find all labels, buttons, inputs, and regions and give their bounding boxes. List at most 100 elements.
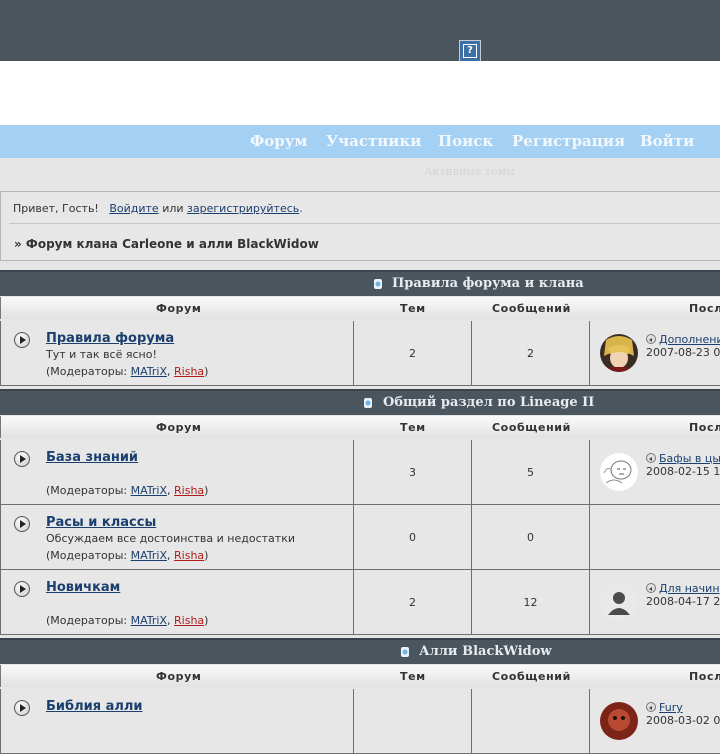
moderators-prefix: (Модераторы: xyxy=(46,549,131,562)
forum-moderators: (Модераторы: MATriX, Risha) xyxy=(46,549,208,562)
moderators-prefix: (Модераторы: xyxy=(46,365,131,378)
forum-row: Правила форума Тут и так всё ясно! (Модера… xyxy=(0,321,720,386)
column-divider xyxy=(589,440,590,504)
moderator-link[interactable]: Risha xyxy=(174,365,204,378)
user-avatar[interactable] xyxy=(600,583,638,621)
last-post-link[interactable]: Для начин xyxy=(646,582,720,595)
nav-register-link[interactable]: Регистрация xyxy=(512,132,625,150)
forum-row: База знаний (Модераторы: MATriX, Risha) 3 5… xyxy=(0,440,720,505)
last-post-title[interactable]: Бафы в цы xyxy=(659,452,720,465)
last-post-link[interactable]: Fury xyxy=(646,701,683,714)
top-header-bar: ? xyxy=(0,0,720,62)
nav-login-link[interactable]: Войти xyxy=(640,132,694,150)
moderators-suffix: ) xyxy=(204,484,209,497)
last-post-link[interactable]: Бафы в цы xyxy=(646,452,720,465)
forum-row: Новичкам (Модераторы: MATriX, Risha) 2 12 Дл… xyxy=(0,570,720,635)
login-link[interactable]: Войдите xyxy=(109,202,158,215)
topic-count: 2 xyxy=(409,347,416,360)
moderators-prefix: (Модераторы: xyxy=(46,614,131,627)
post-count: 12 xyxy=(523,596,538,609)
goto-post-icon[interactable] xyxy=(646,702,656,712)
greeting-prefix: Привет, Гость! xyxy=(13,202,99,215)
help-icon[interactable]: ? xyxy=(459,40,481,62)
topic-count: 0 xyxy=(409,531,416,544)
post-count: 5 xyxy=(527,466,534,479)
forum-row: Расы и классы Обсуждаем все достоинства и… xyxy=(0,505,720,570)
category-bullet-icon xyxy=(363,397,373,409)
category-title[interactable]: Алли BlackWidow xyxy=(419,644,552,659)
moderator-link[interactable]: Risha xyxy=(174,614,204,627)
breadcrumb[interactable]: » Форум клана Carleone и алли BlackWidow xyxy=(14,237,319,251)
column-last-post: Посл xyxy=(689,670,720,683)
active-topics-link[interactable]: Активные темы xyxy=(424,165,515,178)
forum-description: Обсуждаем все достоинства и недостатки xyxy=(46,532,295,545)
column-divider xyxy=(471,689,472,753)
forum-moderators: (Модераторы: MATriX, Risha) xyxy=(46,484,208,497)
last-post-link[interactable]: Дополнени xyxy=(646,333,720,346)
last-post-date: 2007-08-23 0 xyxy=(646,346,720,359)
column-posts: Сообщений xyxy=(492,421,571,434)
column-topics: Тем xyxy=(400,670,426,683)
category-title[interactable]: Общий раздел по Lineage II xyxy=(383,395,594,410)
register-link[interactable]: зарегистрируйтесь xyxy=(187,202,299,215)
forum-moderators: (Модераторы: MATriX, Risha) xyxy=(46,614,208,627)
nav-search-link[interactable]: Поиск xyxy=(438,132,493,150)
moderators-suffix: ) xyxy=(204,614,209,627)
user-avatar[interactable] xyxy=(600,334,638,372)
moderator-link[interactable]: MATriX xyxy=(131,365,167,378)
moderator-link[interactable]: Risha xyxy=(174,484,204,497)
category-title[interactable]: Правила форума и клана xyxy=(392,276,584,291)
last-post-title[interactable]: Fury xyxy=(659,701,683,714)
divider xyxy=(9,223,720,224)
forum-status-icon xyxy=(14,581,30,597)
topic-count: 3 xyxy=(409,466,416,479)
goto-post-icon[interactable] xyxy=(646,334,656,344)
nav-forum-link[interactable]: Форум xyxy=(250,132,307,150)
forum-link[interactable]: Правила форума xyxy=(46,331,174,346)
forum-status-icon xyxy=(14,332,30,348)
nav-members-link[interactable]: Участники xyxy=(326,132,421,150)
goto-post-icon[interactable] xyxy=(646,453,656,463)
moderators-separator: , xyxy=(167,614,175,627)
column-header-row: Форум Тем Сообщений Посл xyxy=(0,416,720,438)
forum-link[interactable]: Библия алли xyxy=(46,699,143,714)
column-forum: Форум xyxy=(156,421,202,434)
last-post-title[interactable]: Для начин xyxy=(659,582,720,595)
category-header: Алли BlackWidow xyxy=(0,638,720,664)
forum-link[interactable]: База знаний xyxy=(46,450,138,465)
moderator-link[interactable]: Risha xyxy=(174,549,204,562)
greeting-suffix: . xyxy=(299,202,303,215)
forum-row: Библия алли Fury 2008-03-02 0 xyxy=(0,689,720,754)
goto-post-icon[interactable] xyxy=(646,583,656,593)
last-post-title[interactable]: Дополнени xyxy=(659,333,720,346)
forum-link[interactable]: Расы и классы xyxy=(46,515,156,530)
column-header-row: Форум Тем Сообщений Посл xyxy=(0,297,720,319)
forum-link[interactable]: Новичкам xyxy=(46,580,120,595)
column-forum: Форум xyxy=(156,670,202,683)
category-header: Общий раздел по Lineage II xyxy=(0,389,720,415)
column-divider xyxy=(589,505,590,569)
greeting-or: или xyxy=(162,202,184,215)
column-forum: Форум xyxy=(156,302,202,315)
column-topics: Тем xyxy=(400,421,426,434)
last-post-date: 2008-04-17 2 xyxy=(646,595,720,608)
moderator-link[interactable]: MATriX xyxy=(131,614,167,627)
forum-status-icon xyxy=(14,700,30,716)
column-posts: Сообщений xyxy=(492,670,571,683)
column-divider xyxy=(589,570,590,634)
user-avatar[interactable] xyxy=(600,453,638,491)
column-last-post: Посл xyxy=(689,302,720,315)
column-divider xyxy=(353,689,354,753)
column-posts: Сообщений xyxy=(492,302,571,315)
column-divider xyxy=(589,689,590,753)
forum-description: Тут и так всё ясно! xyxy=(46,348,157,361)
column-divider xyxy=(589,321,590,385)
last-post-date: 2008-02-15 1 xyxy=(646,465,720,478)
moderator-link[interactable]: MATriX xyxy=(131,484,167,497)
user-avatar[interactable] xyxy=(600,702,638,740)
greeting-text: Привет, Гость! Войдите или зарегистрируй… xyxy=(13,202,303,215)
moderators-suffix: ) xyxy=(204,365,209,378)
moderator-link[interactable]: MATriX xyxy=(131,549,167,562)
moderators-separator: , xyxy=(167,549,175,562)
column-last-post: Посл xyxy=(689,421,720,434)
